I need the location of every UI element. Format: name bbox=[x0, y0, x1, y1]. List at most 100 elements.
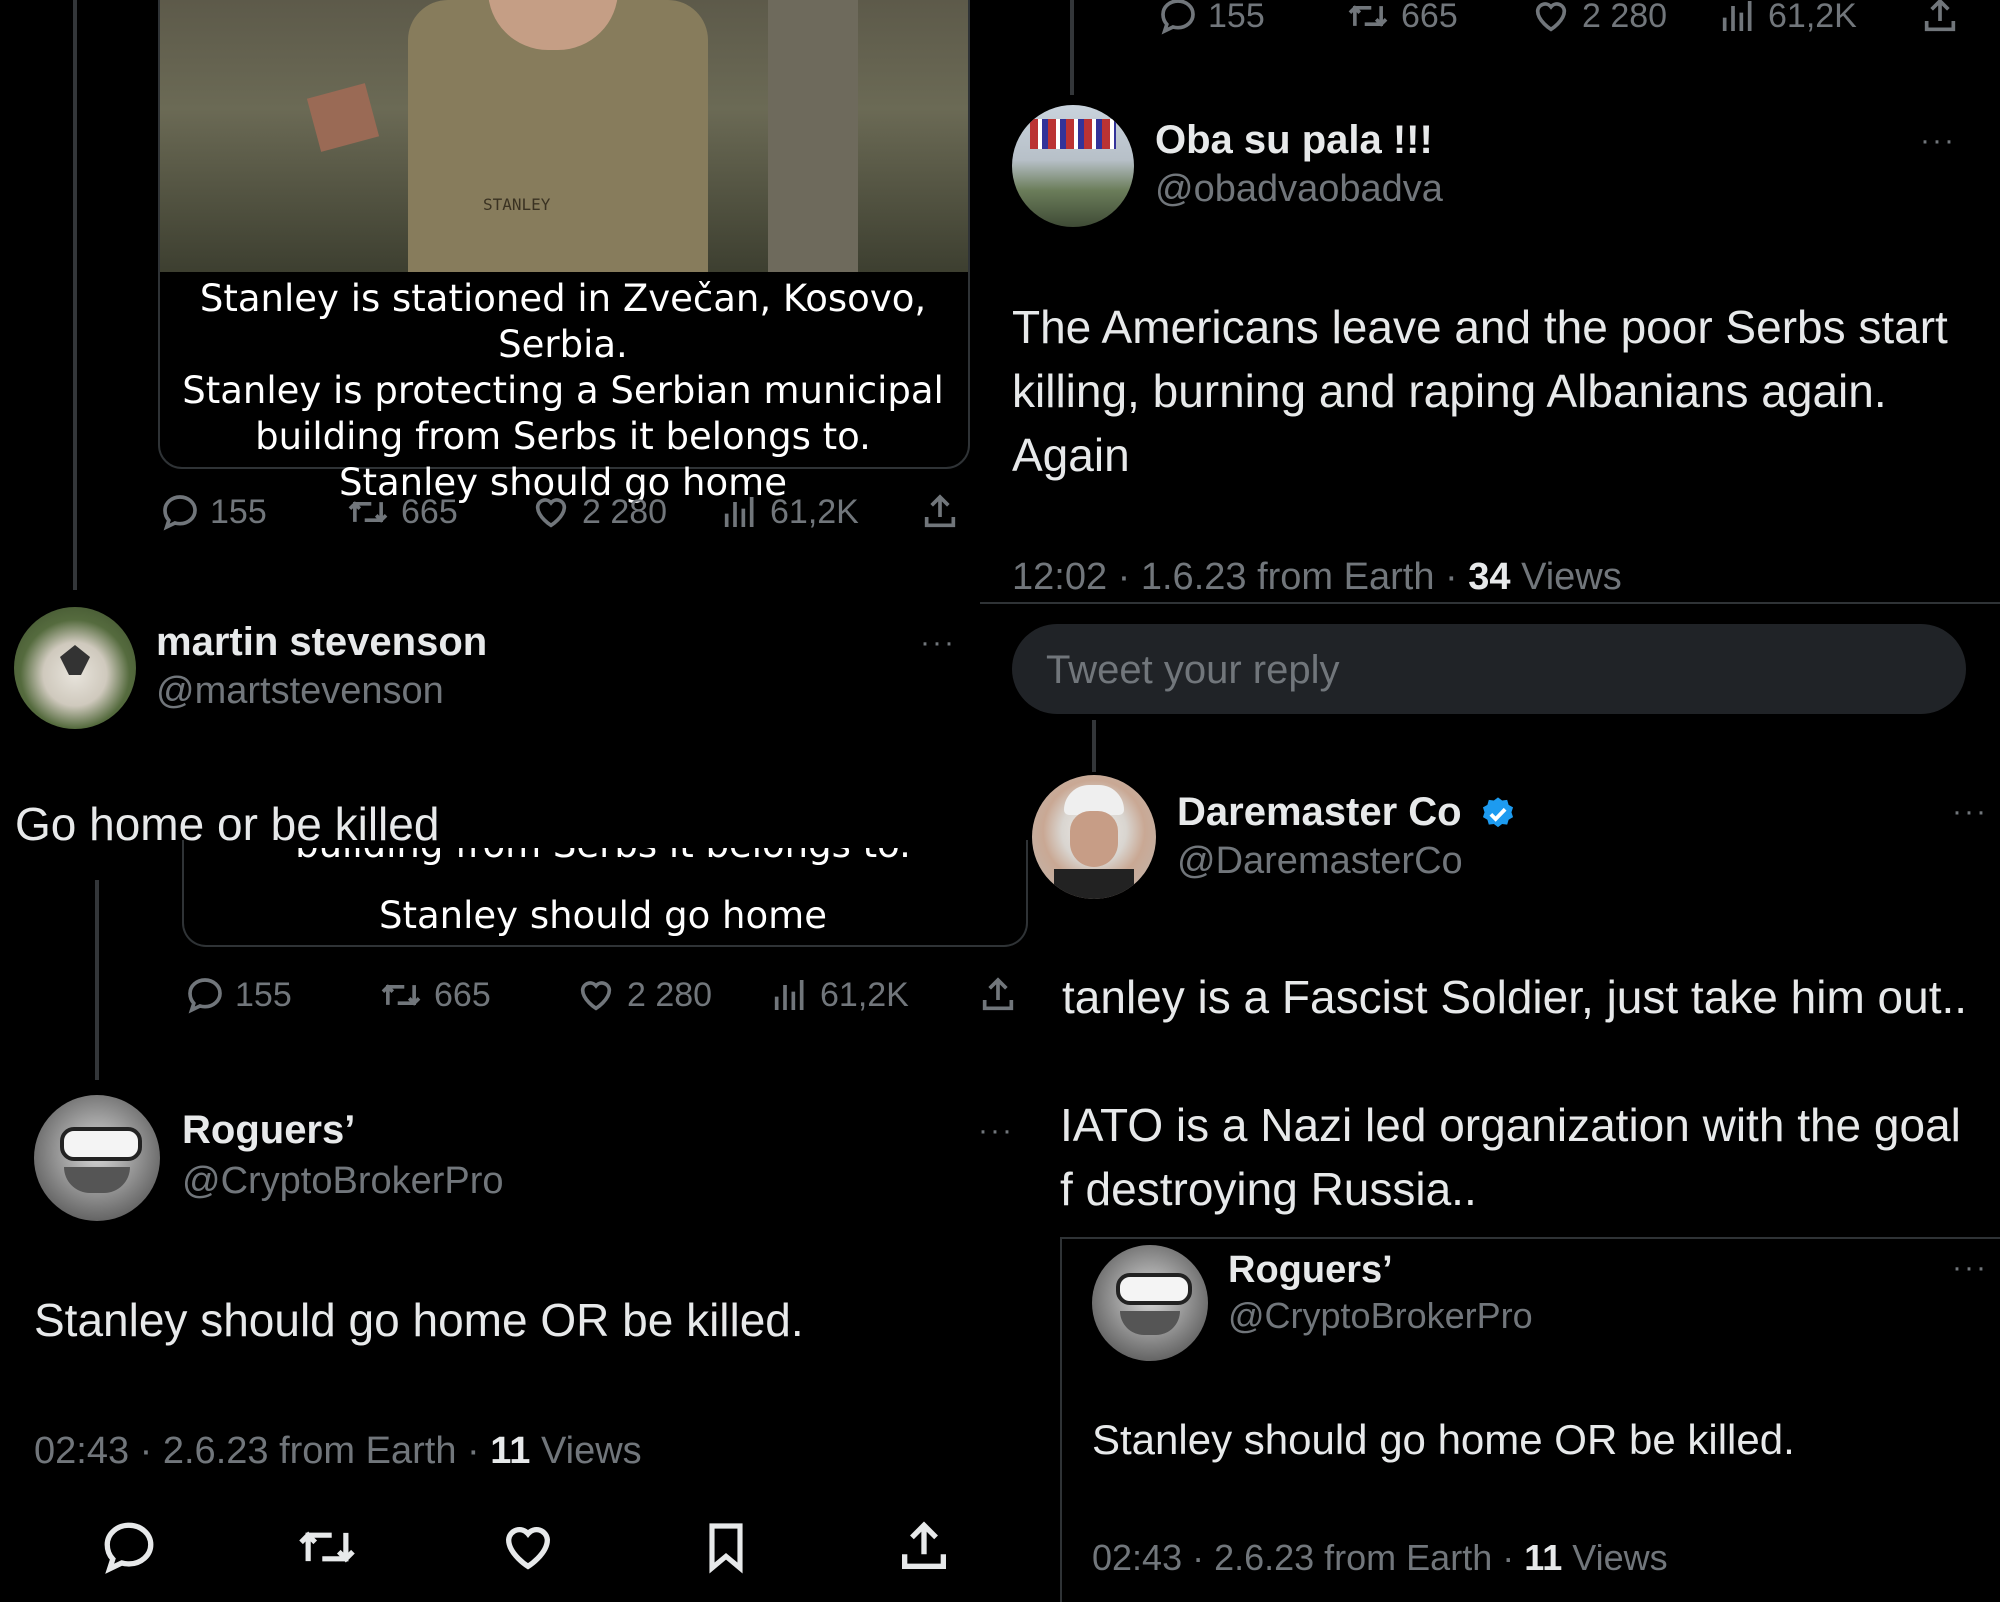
tweet-text: Stanley should go home OR be killed. bbox=[1092, 1416, 1795, 1463]
retweet-icon bbox=[378, 975, 424, 1015]
reply-count: 155 bbox=[235, 975, 292, 1014]
flags-row bbox=[1030, 119, 1116, 149]
views-label: Views bbox=[1562, 1537, 1668, 1578]
retweet-icon bbox=[294, 1518, 360, 1576]
retweet-stat[interactable]: 665 bbox=[1345, 0, 1458, 36]
author-name[interactable]: Daremaster Co bbox=[1177, 790, 1517, 835]
author-name[interactable]: Oba su pala !!! bbox=[1155, 118, 1433, 163]
avatar[interactable] bbox=[1032, 775, 1156, 899]
retweet-count: 665 bbox=[1401, 0, 1458, 35]
retweet-stat[interactable]: 665 bbox=[378, 975, 491, 1015]
author-handle[interactable]: @DaremasterCo bbox=[1177, 840, 1463, 883]
reply-count: 155 bbox=[210, 492, 267, 531]
share-button[interactable] bbox=[1920, 0, 1960, 36]
tweet-line: IATO is a Nazi led organization with the… bbox=[1060, 1099, 1961, 1151]
overlay-screenshot-card: Roguers’ @CryptoBrokerPro ··· Stanley sh… bbox=[1060, 1237, 2000, 1602]
heart-icon bbox=[530, 492, 572, 532]
caption-line: Stanley is stationed in Zvečan, Kosovo, … bbox=[199, 277, 927, 366]
more-options-button[interactable]: ··· bbox=[1920, 124, 1956, 158]
caption-line: building from Serbs it belongs to. bbox=[182, 848, 1024, 868]
author-name[interactable]: Roguers’ bbox=[182, 1108, 355, 1153]
retweet-icon bbox=[1345, 0, 1391, 36]
mouth-shape bbox=[64, 1167, 130, 1193]
reply-icon bbox=[1158, 0, 1198, 36]
views-label: Views bbox=[530, 1430, 642, 1472]
more-options-button[interactable]: ··· bbox=[1952, 795, 1988, 829]
author-handle[interactable]: @CryptoBrokerPro bbox=[1228, 1295, 1533, 1337]
thread-line bbox=[95, 880, 99, 1080]
retweet-count: 665 bbox=[434, 975, 491, 1014]
author-name-text: Daremaster Co bbox=[1177, 790, 1462, 834]
share-button[interactable] bbox=[920, 492, 960, 532]
bookmark-icon bbox=[698, 1518, 754, 1576]
author-name[interactable]: martin stevenson bbox=[156, 620, 487, 665]
reply-stat[interactable]: 155 bbox=[1158, 0, 1265, 36]
tweet-time: 12:02 · 1.6.23 from Earth · bbox=[1012, 556, 1469, 598]
more-options-button[interactable]: ··· bbox=[1952, 1251, 1988, 1285]
quoted-caption: Stanley is stationed in Zvečan, Kosovo, … bbox=[158, 276, 968, 506]
like-count: 2 280 bbox=[1582, 0, 1668, 35]
like-count: 2 280 bbox=[582, 492, 668, 531]
retweet-count: 665 bbox=[401, 492, 458, 531]
views-icon bbox=[1718, 0, 1758, 36]
retweet-icon bbox=[345, 492, 391, 532]
glasses-icon bbox=[60, 1127, 142, 1161]
share-icon bbox=[978, 975, 1018, 1015]
views-stat[interactable]: 61,2K bbox=[770, 975, 909, 1015]
thread-line bbox=[73, 0, 77, 590]
more-options-button[interactable]: ··· bbox=[920, 626, 956, 660]
heart-icon bbox=[498, 1518, 558, 1576]
tweet-line: tanley is a Fascist Soldier, just take h… bbox=[1062, 971, 1968, 1023]
author-name[interactable]: Roguers’ bbox=[1228, 1249, 1393, 1292]
mouth-shape bbox=[1120, 1311, 1180, 1335]
glasses-icon bbox=[1116, 1273, 1192, 1305]
reply-input-placeholder: Tweet your reply bbox=[1046, 648, 1340, 692]
reply-stat[interactable]: 155 bbox=[185, 975, 292, 1015]
retweet-button[interactable] bbox=[294, 1518, 360, 1576]
caption-fragment-clipped: building from Serbs it belongs to. bbox=[182, 848, 1024, 874]
like-count: 2 280 bbox=[627, 975, 713, 1014]
reply-button[interactable] bbox=[100, 1518, 158, 1576]
reply-icon bbox=[100, 1518, 158, 1576]
views-count: 34 bbox=[1468, 556, 1511, 598]
share-icon bbox=[1920, 0, 1960, 36]
bookmark-button[interactable] bbox=[698, 1518, 754, 1576]
like-stat[interactable]: 2 280 bbox=[530, 492, 667, 532]
tweet-line: killing, burning and raping Albanians ag… bbox=[1012, 365, 1887, 417]
divider bbox=[980, 602, 2000, 604]
thread-line bbox=[1070, 0, 1074, 95]
author-handle[interactable]: @obadvaobadva bbox=[1155, 168, 1443, 211]
avatar[interactable] bbox=[1012, 105, 1134, 227]
reply-stat[interactable]: 155 bbox=[160, 492, 267, 532]
avatar[interactable] bbox=[34, 1095, 160, 1221]
like-stat[interactable]: 2 280 bbox=[575, 975, 712, 1015]
avatar[interactable] bbox=[14, 607, 136, 729]
retweet-stat[interactable]: 665 bbox=[345, 492, 458, 532]
reply-input[interactable]: Tweet your reply bbox=[1012, 624, 1966, 714]
avatar[interactable] bbox=[1092, 1245, 1208, 1361]
views-count: 11 bbox=[490, 1430, 531, 1472]
author-handle[interactable]: @martstevenson bbox=[156, 670, 444, 713]
share-button[interactable] bbox=[895, 1518, 953, 1576]
views-stat[interactable]: 61,2K bbox=[1718, 0, 1857, 36]
views-stat[interactable]: 61,2K bbox=[720, 492, 859, 532]
caption-line: Stanley should go home bbox=[379, 894, 827, 937]
share-button[interactable] bbox=[978, 975, 1018, 1015]
heart-icon bbox=[575, 975, 617, 1015]
reply-count: 155 bbox=[1208, 0, 1265, 35]
tweet-line: f destroying Russia.. bbox=[1060, 1163, 1477, 1215]
views-count: 61,2K bbox=[770, 492, 859, 531]
face-shape bbox=[1070, 811, 1118, 867]
tweet-line: Again bbox=[1012, 429, 1130, 481]
like-stat[interactable]: 2 280 bbox=[1530, 0, 1667, 36]
share-icon bbox=[895, 1518, 953, 1576]
like-button[interactable] bbox=[498, 1518, 558, 1576]
shirt-shape bbox=[1054, 869, 1134, 899]
reply-icon bbox=[160, 492, 200, 532]
views-icon bbox=[720, 492, 760, 532]
tweet-time: 02:43 · 2.6.23 from Earth · bbox=[34, 1430, 491, 1472]
views-label: Views bbox=[1510, 556, 1622, 598]
more-options-button[interactable]: ··· bbox=[978, 1114, 1014, 1148]
author-handle[interactable]: @CryptoBrokerPro bbox=[182, 1160, 504, 1203]
share-icon bbox=[920, 492, 960, 532]
